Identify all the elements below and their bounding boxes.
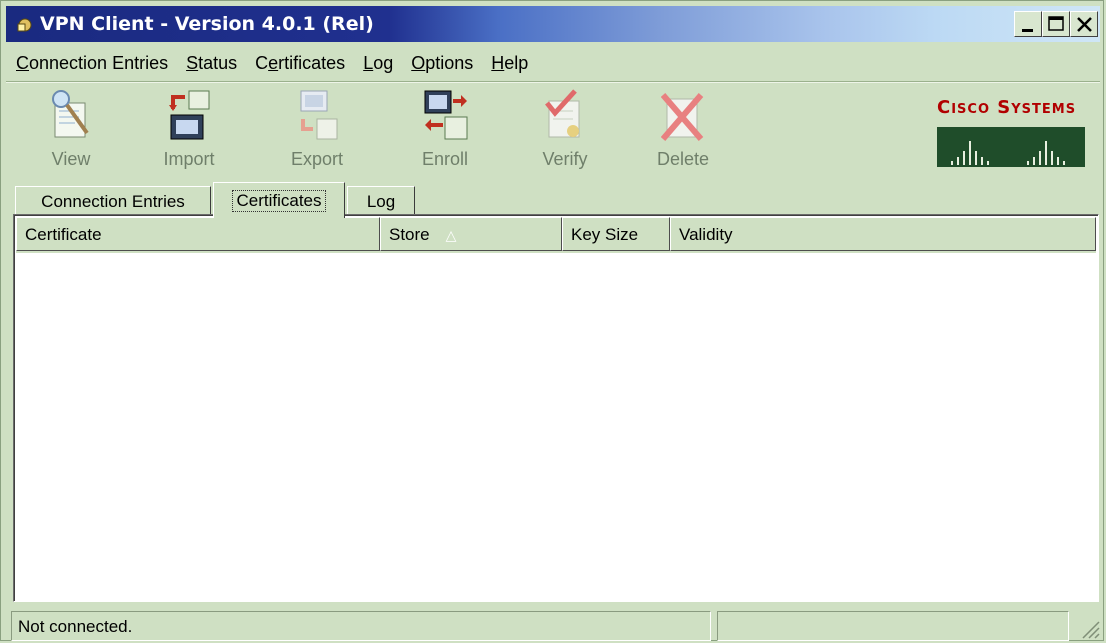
menu-options[interactable]: Options <box>401 53 481 74</box>
enroll-label: Enroll <box>421 149 469 169</box>
close-button[interactable] <box>1070 11 1098 37</box>
tab-connection-entries[interactable]: Connection Entries <box>15 186 211 216</box>
menu-connection-entries[interactable]: Connection Entries <box>6 53 176 74</box>
menu-status-label: Status <box>186 52 238 73</box>
sort-ascending-icon: △ <box>445 227 457 243</box>
column-validity-label: Validity <box>679 225 733 244</box>
menu-log[interactable]: Log <box>353 53 401 74</box>
resize-grip-icon[interactable] <box>1079 618 1101 640</box>
column-key-size-label: Key Size <box>571 225 639 244</box>
title-bar[interactable]: VPN Client - Version 4.0.1 (Rel) <box>6 6 1100 42</box>
tab-log[interactable]: Log <box>347 186 415 216</box>
delete-label: Delete <box>656 149 710 169</box>
export-label: Export <box>290 149 344 169</box>
tab-log-label: Log <box>366 191 396 211</box>
cisco-logo: Cisco Systems <box>935 95 1095 175</box>
close-icon <box>1077 17 1092 32</box>
vpn-client-window: VPN Client - Version 4.0.1 (Rel) Connect… <box>0 0 1104 641</box>
view-label: View <box>51 149 91 169</box>
minimize-button[interactable] <box>1014 11 1042 37</box>
column-header-validity[interactable]: Validity <box>670 217 1096 251</box>
import-certificate-icon <box>169 90 210 140</box>
verify-certificate-icon <box>545 89 580 138</box>
menu-help[interactable]: Help <box>481 53 536 74</box>
list-header: Certificate Store △ Key Size Validity <box>16 217 1096 253</box>
status-panel: Not connected. <box>11 611 711 641</box>
delete-button[interactable]: Delete <box>633 89 733 177</box>
menu-certificates-label: Certificates <box>255 52 346 73</box>
menu-log-label: Log <box>363 52 394 73</box>
vpn-lock-icon <box>17 18 32 32</box>
verify-label: Verify <box>542 149 588 169</box>
export-certificate-icon <box>300 90 338 140</box>
import-button[interactable]: Import <box>139 89 239 177</box>
menu-connection-entries-label: Connection Entries <box>16 52 169 73</box>
status-bar: Not connected. <box>9 611 1103 642</box>
menu-options-label: Options <box>411 52 474 73</box>
export-button[interactable]: Export <box>267 89 367 177</box>
menu-certificates[interactable]: Certificates <box>245 53 353 74</box>
column-header-store[interactable]: Store △ <box>380 217 562 251</box>
enroll-certificate-icon <box>424 90 468 140</box>
column-header-key-size[interactable]: Key Size <box>562 217 670 251</box>
column-header-certificate[interactable]: Certificate <box>16 217 380 251</box>
cisco-bars-icon <box>937 127 1085 167</box>
enroll-button[interactable]: Enroll <box>395 89 495 177</box>
cisco-logo-text: Cisco Systems <box>937 97 1077 118</box>
connection-status-text: Not connected. <box>18 617 133 636</box>
menu-help-label: Help <box>491 52 529 73</box>
tab-certificates-label: Certificates <box>232 189 326 212</box>
column-certificate-label: Certificate <box>25 225 102 244</box>
tab-certificates[interactable]: Certificates <box>213 182 345 218</box>
certificates-list[interactable]: Certificate Store △ Key Size Validity <box>13 214 1099 602</box>
minimize-icon <box>1022 29 1033 32</box>
import-label: Import <box>163 149 215 169</box>
maximize-icon <box>1048 16 1064 31</box>
view-certificate-icon <box>52 90 89 138</box>
window-title: VPN Client - Version 4.0.1 (Rel) <box>40 13 374 35</box>
tab-connection-entries-label: Connection Entries <box>41 191 185 211</box>
menu-bar: Connection Entries Status Certificates L… <box>6 47 536 79</box>
column-store-label: Store <box>389 225 430 244</box>
view-button[interactable]: View <box>21 89 121 177</box>
menu-status[interactable]: Status <box>176 53 245 74</box>
verify-button[interactable]: Verify <box>515 89 615 177</box>
menu-separator <box>6 81 1100 83</box>
maximize-button[interactable] <box>1042 11 1070 37</box>
delete-certificate-icon <box>661 93 704 141</box>
status-panel-secondary <box>717 611 1069 641</box>
